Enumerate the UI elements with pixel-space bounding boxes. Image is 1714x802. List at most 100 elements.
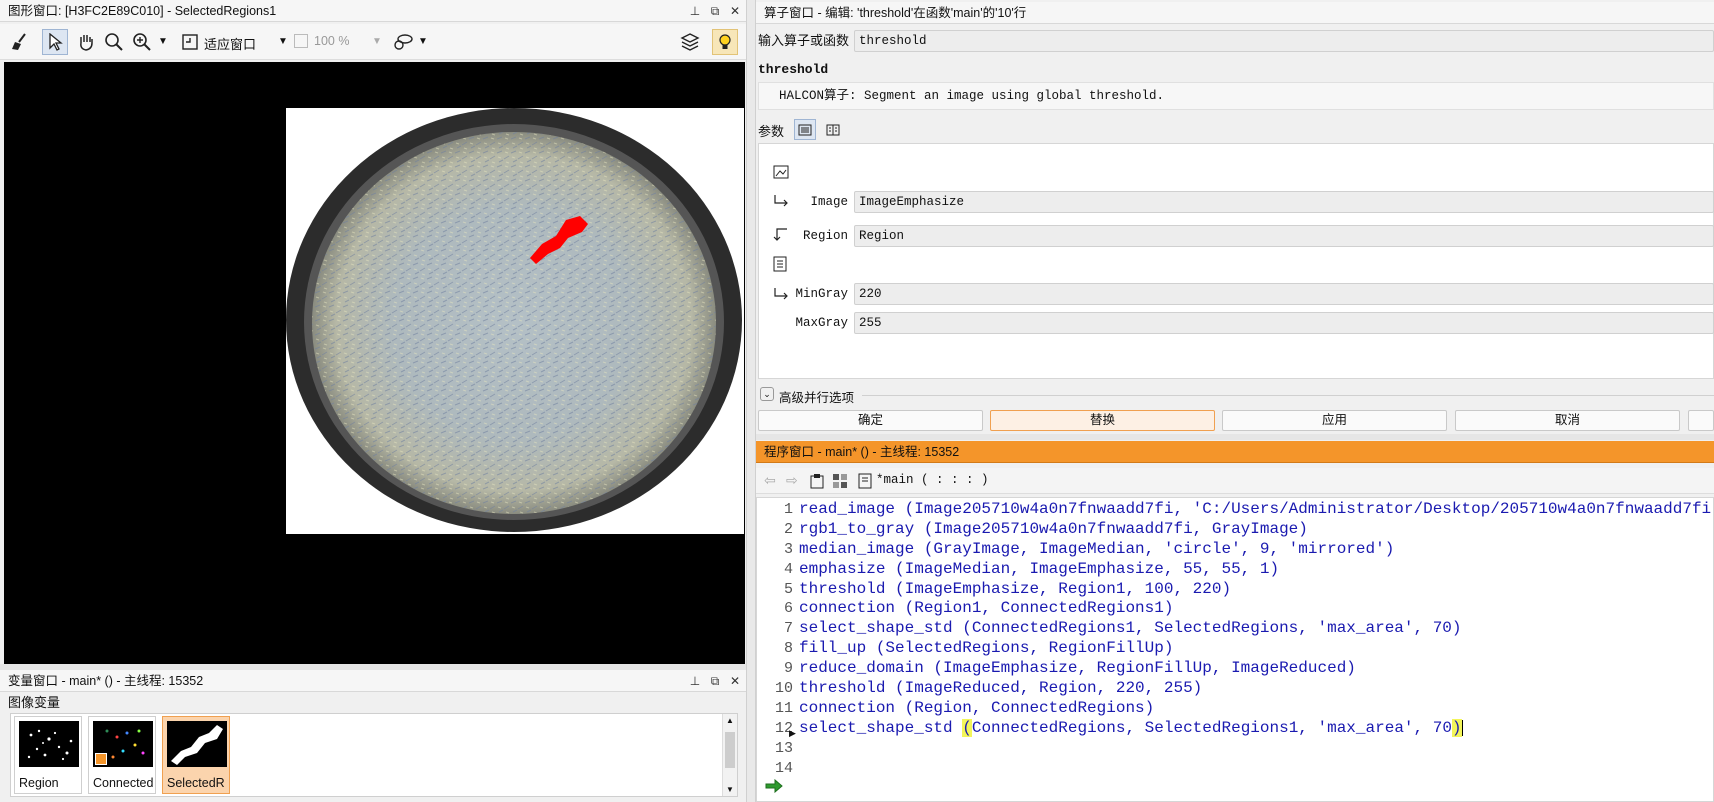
clipboard-icon[interactable] <box>810 473 824 492</box>
lightbulb-icon[interactable] <box>712 29 738 55</box>
zoom-percent-value[interactable]: 100 % <box>314 34 349 48</box>
params-list-view-icon[interactable] <box>794 119 816 140</box>
draw-dropdown-icon[interactable]: ▼ <box>418 36 428 47</box>
line-number: 9 <box>783 660 793 678</box>
code-line[interactable]: fill_up (SelectedRegions, RegionFillUp) <box>799 639 1713 659</box>
thumbnail-region[interactable]: Region <box>14 716 82 794</box>
graphics-canvas[interactable] <box>4 62 745 664</box>
code-line[interactable]: emphasize (ImageMedian, ImageEmphasize, … <box>799 560 1713 580</box>
params-panel <box>758 143 1714 379</box>
insert-cursor-marker-icon: ▶ <box>789 728 796 738</box>
thumbnail-selected-label: SelectedR <box>167 776 225 790</box>
line-number: 10 <box>774 680 793 698</box>
code-line[interactable]: rgb1_to_gray (Image205710w4a0n7fnwaadd7f… <box>799 520 1713 540</box>
params-label: 参数 <box>758 124 785 139</box>
code-line[interactable]: connection (Region, ConnectedRegions) <box>799 699 1713 719</box>
code-line-current[interactable]: select_shape_std (ConnectedRegions, Sele… <box>799 718 1713 739</box>
thumbnail-connected[interactable]: Connected <box>88 716 156 794</box>
float-icon[interactable]: ⧉ <box>708 4 722 18</box>
control-input-icon <box>773 256 787 275</box>
select-arrow-icon[interactable] <box>42 29 68 55</box>
close-icon[interactable]: ✕ <box>728 674 742 688</box>
input-arrow-icon <box>773 287 789 304</box>
code-line[interactable]: read_image (Image205710w4a0n7fnwaadd7fi,… <box>799 500 1713 520</box>
clear-brush-icon[interactable] <box>8 30 32 54</box>
param-image-label: Image <box>810 195 848 209</box>
program-toolbar: ⇦ ⇨ *main ( : : : ) <box>756 468 1714 494</box>
operator-description: HALCON算子: Segment an image using global … <box>758 82 1714 110</box>
operator-window-title: 算子窗口 - 编辑: 'threshold'在函数'main'的'10'行 <box>764 6 1027 20</box>
thumbnail-region-label: Region <box>19 776 59 790</box>
variable-window-titlebar: 变量窗口 - main* () - 主线程: 15352 ⊥ ⧉ ✕ <box>0 670 746 692</box>
procedure-icon[interactable] <box>858 473 872 492</box>
extra-button[interactable] <box>1688 410 1714 431</box>
operator-input[interactable]: threshold <box>854 30 1714 52</box>
code-editor[interactable]: 1 2 3 4 5 6 7 8 9 10 11 12 13 14 ▶ read_… <box>756 497 1714 802</box>
apply-button[interactable]: 应用 <box>1222 410 1447 431</box>
variables-scrollbar[interactable]: ▲ ▼ <box>722 714 737 796</box>
operator-input-label: 输入算子或函数 <box>758 33 850 48</box>
program-window-titlebar: 程序窗口 - main* () - 主线程: 15352 <box>756 441 1714 463</box>
code-line[interactable]: threshold (ImageEmphasize, Region1, 100,… <box>799 580 1713 600</box>
scroll-down-icon[interactable]: ▼ <box>726 785 734 794</box>
thumbnail-selected[interactable]: SelectedR <box>162 716 230 794</box>
fit-window-icon[interactable] <box>178 30 202 54</box>
fit-window-label[interactable]: 适应窗口 <box>204 34 256 53</box>
thumbnail-connected-label: Connected <box>93 776 154 790</box>
code-line[interactable]: select_shape_std (ConnectedRegions1, Sel… <box>799 619 1713 639</box>
pin-icon[interactable]: ⊥ <box>688 674 702 688</box>
paren-highlight: ( <box>962 718 972 737</box>
param-mingray-field[interactable]: 220 <box>854 283 1714 305</box>
advanced-divider <box>862 395 1714 396</box>
line-number: 1 <box>783 501 793 518</box>
param-maxgray-field[interactable]: 255 <box>854 312 1714 334</box>
params-table-view-icon[interactable] <box>822 119 844 140</box>
advanced-expand-icon[interactable]: ⌄ <box>760 387 774 401</box>
draw-shape-icon[interactable] <box>392 30 416 54</box>
pin-icon[interactable]: ⊥ <box>688 4 702 18</box>
zoom-percent-dropdown-icon[interactable]: ▼ <box>372 36 382 47</box>
scroll-up-icon[interactable]: ▲ <box>726 716 734 725</box>
graphics-window-titlebar: 图形窗口: [H3FC2E89C010] - SelectedRegions1 … <box>0 0 746 22</box>
layers-icon[interactable] <box>678 30 702 54</box>
iconic-input-icon <box>773 165 789 182</box>
multi-region-icon <box>95 753 107 765</box>
procedure-selector[interactable]: *main ( : : : ) <box>876 473 989 487</box>
pan-hand-icon[interactable] <box>74 30 98 54</box>
zoom-in-icon[interactable] <box>130 30 154 54</box>
vertical-splitter[interactable] <box>746 0 756 802</box>
grid-view-icon[interactable] <box>832 473 848 492</box>
graphics-toolbar: ▼ 适应窗口 ▼ 100 % ▼ ▼ <box>0 24 746 60</box>
cancel-button[interactable]: 取消 <box>1455 410 1680 431</box>
magnifier-icon[interactable] <box>102 30 126 54</box>
code-line[interactable]: connection (Region1, ConnectedRegions1) <box>799 599 1713 619</box>
code-line[interactable]: threshold (ImageReduced, Region, 220, 25… <box>799 679 1713 699</box>
operator-description-text: HALCON算子: Segment an image using global … <box>779 89 1165 103</box>
line-number: 7 <box>783 620 793 638</box>
zoom-dropdown-icon[interactable]: ▼ <box>158 36 168 47</box>
forward-arrow-icon[interactable]: ⇨ <box>786 472 798 489</box>
code-line[interactable] <box>799 759 1713 779</box>
code-line[interactable]: reduce_domain (ImageEmphasize, RegionFil… <box>799 659 1713 679</box>
code-line[interactable] <box>799 739 1713 759</box>
close-icon[interactable]: ✕ <box>728 4 742 18</box>
param-region-field[interactable]: Region <box>854 225 1714 247</box>
thumbnail-region-image <box>19 721 79 767</box>
float-icon[interactable]: ⧉ <box>708 674 722 688</box>
code-line[interactable]: median_image (GrayImage, ImageMedian, 'c… <box>799 540 1713 560</box>
fit-dropdown-icon[interactable]: ▼ <box>278 36 288 47</box>
line-number: 14 <box>774 759 793 777</box>
scroll-thumb[interactable] <box>725 732 735 768</box>
ok-button[interactable]: 确定 <box>758 410 983 431</box>
operator-splitter[interactable] <box>756 434 1714 440</box>
code-text: select_shape_std <box>799 718 963 737</box>
advanced-options-label[interactable]: 高级并行选项 <box>779 387 854 406</box>
thumbnail-connected-image <box>93 721 153 767</box>
param-image-field[interactable]: ImageEmphasize <box>854 191 1714 213</box>
replace-button[interactable]: 替换 <box>990 410 1215 431</box>
back-arrow-icon[interactable]: ⇦ <box>764 472 776 489</box>
line-number: 4 <box>783 560 793 578</box>
code-lines: read_image (Image205710w4a0n7fnwaadd7fi,… <box>799 500 1713 778</box>
image-view <box>286 108 744 534</box>
variable-window-title: 变量窗口 - main* () - 主线程: 15352 <box>8 674 204 688</box>
